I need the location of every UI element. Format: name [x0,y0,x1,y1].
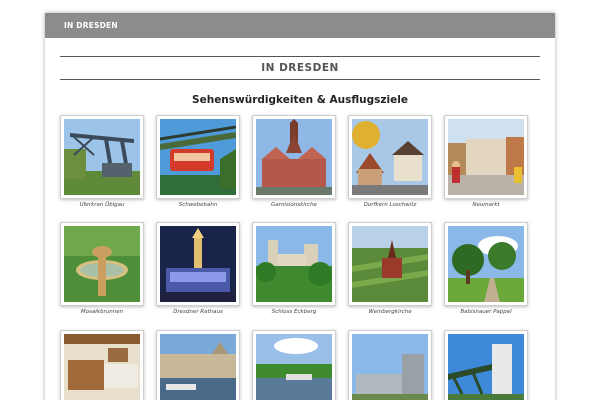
gallery-item[interactable] [444,330,528,400]
gallery-caption: Neumarkt [472,202,500,208]
gallery-item[interactable]: Dresdner Rathaus [156,222,240,315]
riverside-photo-icon [160,334,236,400]
gallery-thumbnail[interactable] [60,330,144,400]
gallery-thumbnail[interactable] [444,115,528,199]
gallery-item[interactable]: Dorfkern Loschwitz [348,115,432,208]
gallery-thumbnail[interactable] [156,222,240,306]
gallery-thumbnail[interactable] [156,330,240,400]
gallery-item[interactable]: Neumarkt [444,115,528,208]
gallery-item[interactable]: Uferkran Übigau [60,115,144,208]
gallery-grid: Uferkran Übigau Schwebebahn Garnisionski… [45,13,555,400]
gallery-item[interactable]: Weinbergkirche [348,222,432,315]
gallery-thumbnail[interactable] [60,222,144,306]
gallery-caption: Weinbergkirche [368,309,412,315]
village-photo-icon [352,119,428,195]
gallery-thumbnail[interactable] [444,330,528,400]
poplar-tree-photo-icon [448,226,524,302]
gallery-item[interactable]: Schwebebahn [156,115,240,208]
gallery-item[interactable]: Babisnauer Pappel [444,222,528,315]
gallery-caption: Dresdner Rathaus [173,309,223,315]
gallery-item[interactable] [60,330,144,400]
gallery-caption: Garnisionskirche [271,202,317,208]
content-frame: IN DRESDEN IN DRESDEN Sehenswürdigkeiten… [45,13,555,400]
gallery-thumbnail[interactable] [348,115,432,199]
interior-photo-icon [64,334,140,400]
square-photo-icon [448,119,524,195]
gallery-thumbnail[interactable] [252,222,336,306]
castle-photo-icon [256,226,332,302]
gallery-thumbnail[interactable] [252,330,336,400]
gallery-caption: Dorfkern Loschwitz [363,202,417,208]
gallery-item[interactable]: Garnisionskirche [252,115,336,208]
gallery-thumbnail[interactable] [156,115,240,199]
gallery-thumbnail[interactable] [252,115,336,199]
gallery-item[interactable]: Schloss Eckberg [252,222,336,315]
gallery-caption: Mosaikbrunnen [80,309,124,315]
crane-photo-icon [64,119,140,195]
gallery-item[interactable] [156,330,240,400]
gallery-thumbnail[interactable] [444,222,528,306]
cable-car-photo-icon [160,119,236,195]
gallery-caption: Babisnauer Pappel [460,309,512,315]
bridge-photo-icon [448,334,524,400]
gallery-thumbnail[interactable] [60,115,144,199]
gallery-caption: Uferkran Übigau [79,202,125,208]
townhall-night-photo-icon [160,226,236,302]
vineyard-church-photo-icon [352,226,428,302]
gallery-caption: Schwebebahn [178,202,218,208]
gallery-item[interactable] [348,330,432,400]
gallery-thumbnail[interactable] [348,222,432,306]
gallery-item[interactable]: Mosaikbrunnen [60,222,144,315]
gallery-item[interactable] [252,330,336,400]
fountain-photo-icon [64,226,140,302]
church-photo-icon [256,119,332,195]
modern-building-photo-icon [352,334,428,400]
gallery-thumbnail[interactable] [348,330,432,400]
gallery-caption: Schloss Eckberg [271,309,317,315]
river-photo-icon [256,334,332,400]
